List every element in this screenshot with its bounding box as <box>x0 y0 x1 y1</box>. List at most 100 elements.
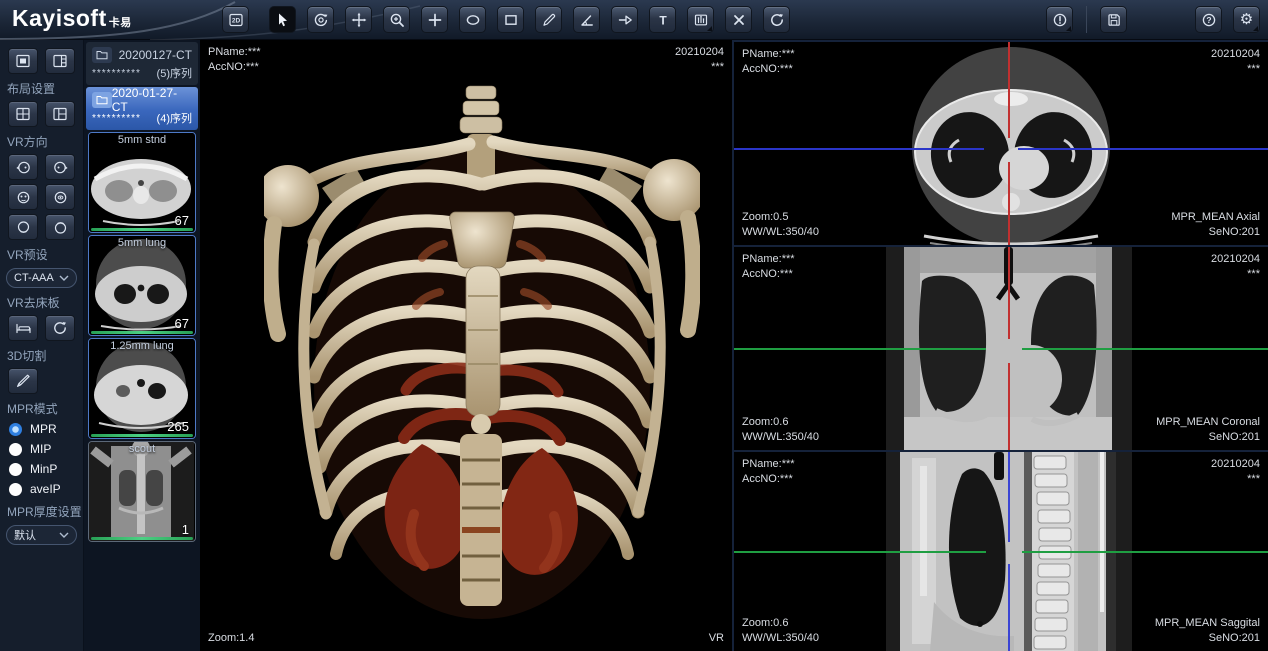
thumbnail-load-progress-bar <box>91 228 193 231</box>
layout-grid-icon <box>15 106 31 122</box>
sagittal-crosshair-vertical-bottom[interactable] <box>1008 564 1010 651</box>
study-item-1[interactable]: 20200127-CT ********** (5)序列 <box>86 42 198 85</box>
mpr-plane-overlay: MPR_MEAN Saggital SeNO:201 <box>1155 616 1260 646</box>
vr-direction-superior-button[interactable] <box>8 214 38 240</box>
head-left-icon <box>15 160 32 175</box>
vr-direction-anterior-button[interactable] <box>8 184 38 210</box>
vr-preset-dropdown[interactable]: CT-AAA <box>6 268 77 288</box>
knife-3d-cut-button[interactable] <box>8 368 38 394</box>
coronal-crosshair-horizontal-left[interactable] <box>734 348 986 350</box>
cursor-icon <box>275 12 291 28</box>
vr-3d-viewport[interactable]: PName:*** AccNO:*** 20210204 *** Zoom:1.… <box>200 40 732 651</box>
rect-roi-tool-button[interactable] <box>497 6 524 33</box>
mpr-mode-radio-aveip[interactable]: aveIP <box>0 479 83 499</box>
reset-icon <box>52 320 68 336</box>
scout-xray-thumbnail-image <box>89 442 194 541</box>
axial-crosshair-horizontal-right[interactable] <box>1018 148 1268 150</box>
vr-accno: AccNO:*** <box>208 60 261 75</box>
save-button[interactable] <box>1100 6 1127 33</box>
mpr-mode-radio-minp[interactable]: MinP <box>0 459 83 479</box>
ellipse-roi-tool-button[interactable] <box>459 6 486 33</box>
mpr-zoom-overlay: Zoom:0.6 WW/WL:350/40 <box>742 415 819 445</box>
mpr-plane-overlay: MPR_MEAN Coronal SeNO:201 <box>1156 415 1260 445</box>
layout-2d-button[interactable]: 2D <box>222 6 249 33</box>
app-logo-text: Kayisoft <box>12 5 107 31</box>
study-patient-masked: ********** <box>92 68 141 79</box>
mpr-zoom-overlay: Zoom:0.5 WW/WL:350/40 <box>742 210 819 240</box>
mpr-wwwl: WW/WL:350/40 <box>742 631 819 646</box>
coronal-crosshair-vertical-bottom[interactable] <box>1008 363 1010 450</box>
angle-tool-button[interactable] <box>573 6 600 33</box>
vr-bed-removal-label: VR去床板 <box>0 290 83 313</box>
mpr-coronal-viewport[interactable]: PName:*** AccNO:*** 20210204 *** Zoom:0.… <box>734 247 1268 450</box>
zoom-tool-button[interactable] <box>383 6 410 33</box>
axial-crosshair-vertical-bottom[interactable] <box>1008 162 1010 245</box>
study-patient-masked: ********** <box>92 113 141 124</box>
mpr-thickness-dropdown[interactable]: 默认 <box>6 525 77 545</box>
rotate-3d-icon <box>313 12 329 28</box>
thumbnail-label: 5mm lung <box>89 237 195 249</box>
vr-direction-left-button[interactable] <box>8 154 38 180</box>
study-item-2-selected[interactable]: 2020-01-27-CT ********** (4)序列 <box>86 87 198 130</box>
cine-windowing-tool-button[interactable] <box>687 6 714 33</box>
study-series-count: (4)序列 <box>157 110 192 126</box>
layout-1-plus-2-button[interactable] <box>45 101 75 127</box>
thumbnail-load-progress-bar <box>91 331 193 334</box>
layout-grid-2x2-button[interactable] <box>8 101 38 127</box>
cursor-tool-button[interactable] <box>269 6 296 33</box>
cut-3d-label: 3D切割 <box>0 343 83 366</box>
layout-single-icon <box>15 53 31 69</box>
settings-button[interactable]: ⚙ <box>1233 6 1260 33</box>
chevron-down-icon <box>59 275 69 281</box>
layout-option-1-button[interactable] <box>8 48 38 74</box>
radio-unselected-icon <box>9 463 22 476</box>
mpr-plane-label: MPR_MEAN Coronal <box>1156 415 1260 430</box>
help-button[interactable]: ? <box>1195 6 1222 33</box>
crosshair-tool-button[interactable] <box>421 6 448 33</box>
series-thumbnail-1-25mm-lung[interactable]: 1.25mm lung 265 <box>88 338 196 439</box>
reset-view-button[interactable] <box>763 6 790 33</box>
sagittal-crosshair-horizontal-right[interactable] <box>1022 551 1268 553</box>
mpr-seno: SeNO:201 <box>1171 225 1260 240</box>
series-thumbnail-scout[interactable]: scout 1 <box>88 441 196 542</box>
series-thumbnail-5mm-lung[interactable]: 5mm lung 67 <box>88 235 196 336</box>
mpr-mode-radio-mip[interactable]: MIP <box>0 439 83 459</box>
layout-option-2-button[interactable] <box>45 48 75 74</box>
top-toolbar: Kayisoft卡易 2D T ? ⚙ <box>0 0 1268 40</box>
mpr-patient-overlay: PName:*** AccNO:*** <box>742 47 795 77</box>
app-logo: Kayisoft卡易 <box>12 5 132 32</box>
radio-label: MinP <box>30 462 57 476</box>
text-annotation-tool-button[interactable]: T <box>649 6 676 33</box>
vr-direction-inferior-button[interactable] <box>45 214 75 240</box>
measure-tool-button[interactable] <box>535 6 562 33</box>
zoom-in-icon <box>389 12 405 28</box>
delete-annotation-button[interactable] <box>725 6 752 33</box>
series-thumbnail-5mm-stnd[interactable]: 5mm stnd 67 <box>88 132 196 233</box>
mpr-accno: AccNO:*** <box>742 267 795 282</box>
axial-crosshair-vertical-top[interactable] <box>1008 42 1010 138</box>
radio-label: MIP <box>30 442 51 456</box>
sagittal-crosshair-horizontal-left[interactable] <box>734 551 986 553</box>
axial-crosshair-horizontal-left[interactable] <box>734 148 984 150</box>
left-control-sidebar: 布局设置 VR方向 VR预设 CT-AAA VR去床板 3D切割 <box>0 40 84 651</box>
coronal-crosshair-vertical-top[interactable] <box>1008 247 1010 339</box>
series-browser: 20200127-CT ********** (5)序列 2020-01-27-… <box>84 40 200 651</box>
arrow-annotation-tool-button[interactable] <box>611 6 638 33</box>
pan-tool-button[interactable] <box>345 6 372 33</box>
vr-direction-right-button[interactable] <box>45 154 75 180</box>
coronal-crosshair-horizontal-right[interactable] <box>1022 348 1268 350</box>
sagittal-crosshair-vertical-top[interactable] <box>1008 452 1010 542</box>
vr-direction-posterior-button[interactable] <box>45 184 75 210</box>
reset-bed-button[interactable] <box>45 315 75 341</box>
mpr-accno: AccNO:*** <box>742 62 795 77</box>
mpr-sagittal-viewport[interactable]: PName:*** AccNO:*** 20210204 *** Zoom:0.… <box>734 452 1268 651</box>
delete-x-icon <box>731 12 747 28</box>
remove-bed-button[interactable] <box>8 315 38 341</box>
mpr-axial-viewport[interactable]: PName:*** AccNO:*** 20210204 *** Zoom:0.… <box>734 42 1268 245</box>
mpr-zoom-overlay: Zoom:0.6 WW/WL:350/40 <box>742 616 819 646</box>
rotate-3d-tool-button[interactable] <box>307 6 334 33</box>
info-button[interactable] <box>1046 6 1073 33</box>
mpr-patient-overlay: PName:*** AccNO:*** <box>742 457 795 487</box>
mpr-mode-radio-mpr[interactable]: MPR <box>0 419 83 439</box>
measure-pencil-icon <box>541 12 557 28</box>
